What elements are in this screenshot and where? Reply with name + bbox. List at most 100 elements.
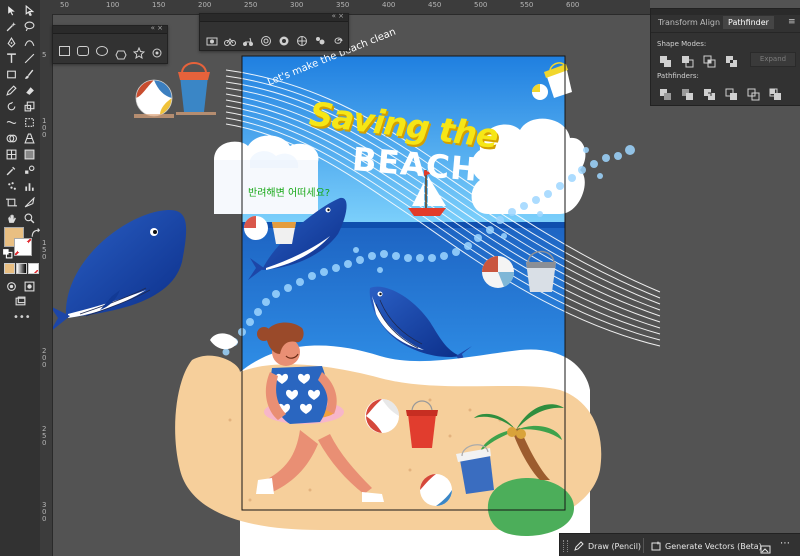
paintbrush-tool-icon[interactable] bbox=[22, 67, 36, 81]
eraser-tool-icon[interactable] bbox=[22, 83, 36, 97]
lasso-tool-icon[interactable] bbox=[22, 19, 36, 33]
eyedropper-tool-icon[interactable] bbox=[4, 163, 18, 177]
perspective-grid-tool-icon[interactable] bbox=[22, 131, 36, 145]
symbol-dots-icon[interactable] bbox=[314, 32, 326, 45]
selection-tool-icon[interactable] bbox=[4, 3, 18, 17]
outside-beach-items bbox=[134, 62, 216, 118]
divide-icon[interactable] bbox=[659, 86, 672, 100]
polygon-shape-icon[interactable] bbox=[115, 45, 127, 60]
magic-wand-tool-icon[interactable] bbox=[4, 19, 18, 33]
drag-handle[interactable] bbox=[563, 540, 568, 552]
free-transform-tool-icon[interactable] bbox=[22, 115, 36, 129]
intersect-icon[interactable] bbox=[703, 53, 716, 68]
flare-shape-icon[interactable] bbox=[151, 44, 163, 58]
symbol-swirl-icon[interactable] bbox=[332, 32, 344, 44]
ruler-label: 1 0 0 bbox=[42, 117, 47, 139]
pen-tool-icon[interactable] bbox=[4, 35, 18, 49]
screen-mode-icon[interactable] bbox=[13, 294, 27, 308]
merge-icon[interactable] bbox=[703, 86, 716, 100]
slice-tool-icon[interactable] bbox=[22, 195, 36, 209]
ruler-label: 600 bbox=[566, 1, 580, 9]
zoom-tool-icon[interactable] bbox=[22, 211, 36, 225]
image-trace-icon[interactable] bbox=[760, 540, 771, 554]
rectangle-shape-icon[interactable] bbox=[59, 46, 70, 56]
crop-icon[interactable] bbox=[725, 86, 738, 100]
more-options-icon[interactable]: ⋯ bbox=[780, 538, 790, 549]
ruler-label: 200 bbox=[198, 1, 212, 9]
symbol-lens-icon[interactable] bbox=[260, 32, 272, 46]
generate-vectors-button[interactable]: Generate Vectors (Beta) bbox=[651, 539, 762, 553]
ruler-label: 500 bbox=[474, 1, 488, 9]
tab-pathfinder[interactable]: Pathfinder bbox=[723, 16, 774, 29]
ruler-label: 2 5 0 bbox=[42, 425, 47, 447]
symbol-scooter-icon[interactable] bbox=[242, 32, 254, 46]
pathfinder-panel: Transform Align Pathfinder ≡ Shape Modes… bbox=[650, 8, 800, 106]
rectangle-tool-icon[interactable] bbox=[4, 67, 18, 81]
more-tools-icon[interactable]: ••• bbox=[13, 312, 31, 323]
vertical-ruler: 5 1 0 0 1 5 0 2 0 0 2 5 0 3 0 0 bbox=[40, 14, 53, 556]
tools-panel: ••• bbox=[0, 0, 41, 556]
none-mode-icon[interactable] bbox=[28, 263, 39, 274]
symbol-wheel-icon[interactable] bbox=[296, 32, 308, 46]
minus-front-icon[interactable] bbox=[681, 53, 694, 68]
symbol-sprayer-tool-icon[interactable] bbox=[4, 179, 18, 193]
ruler-label: 550 bbox=[520, 1, 534, 9]
unite-icon[interactable] bbox=[659, 53, 672, 67]
minus-back-icon[interactable] bbox=[769, 86, 782, 100]
default-colors-icon[interactable] bbox=[0, 246, 14, 260]
symbol-tire-icon[interactable] bbox=[278, 32, 290, 46]
mesh-tool-icon[interactable] bbox=[4, 147, 18, 161]
graph-tool-icon[interactable] bbox=[22, 179, 36, 193]
direct-selection-tool-icon[interactable] bbox=[22, 3, 36, 17]
panel-menu-icon[interactable]: ≡ bbox=[788, 17, 796, 27]
panel-controls[interactable]: « × bbox=[151, 24, 163, 32]
line-tool-icon[interactable] bbox=[22, 51, 36, 65]
ruler-label: 5 bbox=[42, 51, 47, 59]
ellipse-shape-icon[interactable] bbox=[96, 46, 108, 56]
pencil-tool-icon[interactable] bbox=[4, 83, 18, 97]
scale-tool-icon[interactable] bbox=[22, 99, 36, 113]
ruler-label: 450 bbox=[428, 1, 442, 9]
star-shape-icon[interactable] bbox=[132, 44, 146, 60]
panel-title-bar[interactable]: « × bbox=[200, 12, 348, 22]
type-tool-icon[interactable] bbox=[4, 51, 18, 65]
panel-controls[interactable]: « × bbox=[332, 12, 344, 20]
gradient-mode-icon[interactable] bbox=[16, 263, 27, 274]
draw-pencil-label: Draw (Pencil) bbox=[588, 541, 642, 551]
exclude-icon[interactable] bbox=[725, 53, 738, 67]
symbol-bike-icon[interactable] bbox=[224, 32, 236, 46]
color-mode-icon[interactable] bbox=[4, 263, 15, 274]
expand-button[interactable]: Expand bbox=[750, 52, 796, 67]
shapes-floating-panel: « × bbox=[52, 24, 168, 64]
draw-inside-icon[interactable] bbox=[22, 279, 36, 293]
panel-title-bar[interactable] bbox=[651, 9, 800, 15]
rotate-tool-icon[interactable] bbox=[4, 99, 18, 113]
ruler-label: 3 0 0 bbox=[42, 501, 47, 523]
shape-builder-tool-icon[interactable] bbox=[4, 131, 18, 145]
outline-icon[interactable] bbox=[747, 86, 760, 101]
hand-tool-icon[interactable] bbox=[4, 211, 18, 225]
ruler-label: 350 bbox=[336, 1, 350, 9]
ruler-label: 400 bbox=[382, 1, 396, 9]
symbols-floating-panel: « × bbox=[199, 12, 349, 51]
rounded-rectangle-shape-icon[interactable] bbox=[77, 46, 89, 56]
ruler-label: 300 bbox=[290, 1, 304, 9]
tab-align[interactable]: Align bbox=[700, 18, 720, 27]
gradient-tool-icon[interactable] bbox=[22, 147, 36, 161]
shape-modes-label: Shape Modes: bbox=[657, 40, 707, 48]
panel-title-bar[interactable]: « × bbox=[53, 24, 167, 34]
pathfinders-label: Pathfinders: bbox=[657, 72, 699, 80]
symbol-camera-icon[interactable] bbox=[206, 32, 218, 46]
draw-pencil-button[interactable]: Draw (Pencil) bbox=[574, 539, 641, 553]
stroke-color-swatch[interactable] bbox=[14, 238, 32, 256]
tab-transform[interactable]: Transform bbox=[658, 18, 698, 27]
artboard-tool-icon[interactable] bbox=[4, 195, 18, 209]
width-tool-icon[interactable] bbox=[4, 115, 18, 129]
trim-icon[interactable] bbox=[681, 86, 694, 100]
ruler-label: 50 bbox=[60, 1, 69, 9]
draw-mode-icon[interactable] bbox=[4, 279, 18, 293]
blend-tool-icon[interactable] bbox=[22, 163, 36, 177]
ruler-label: 150 bbox=[152, 1, 166, 9]
ruler-label: 250 bbox=[244, 1, 258, 9]
curvature-tool-icon[interactable] bbox=[22, 35, 36, 49]
